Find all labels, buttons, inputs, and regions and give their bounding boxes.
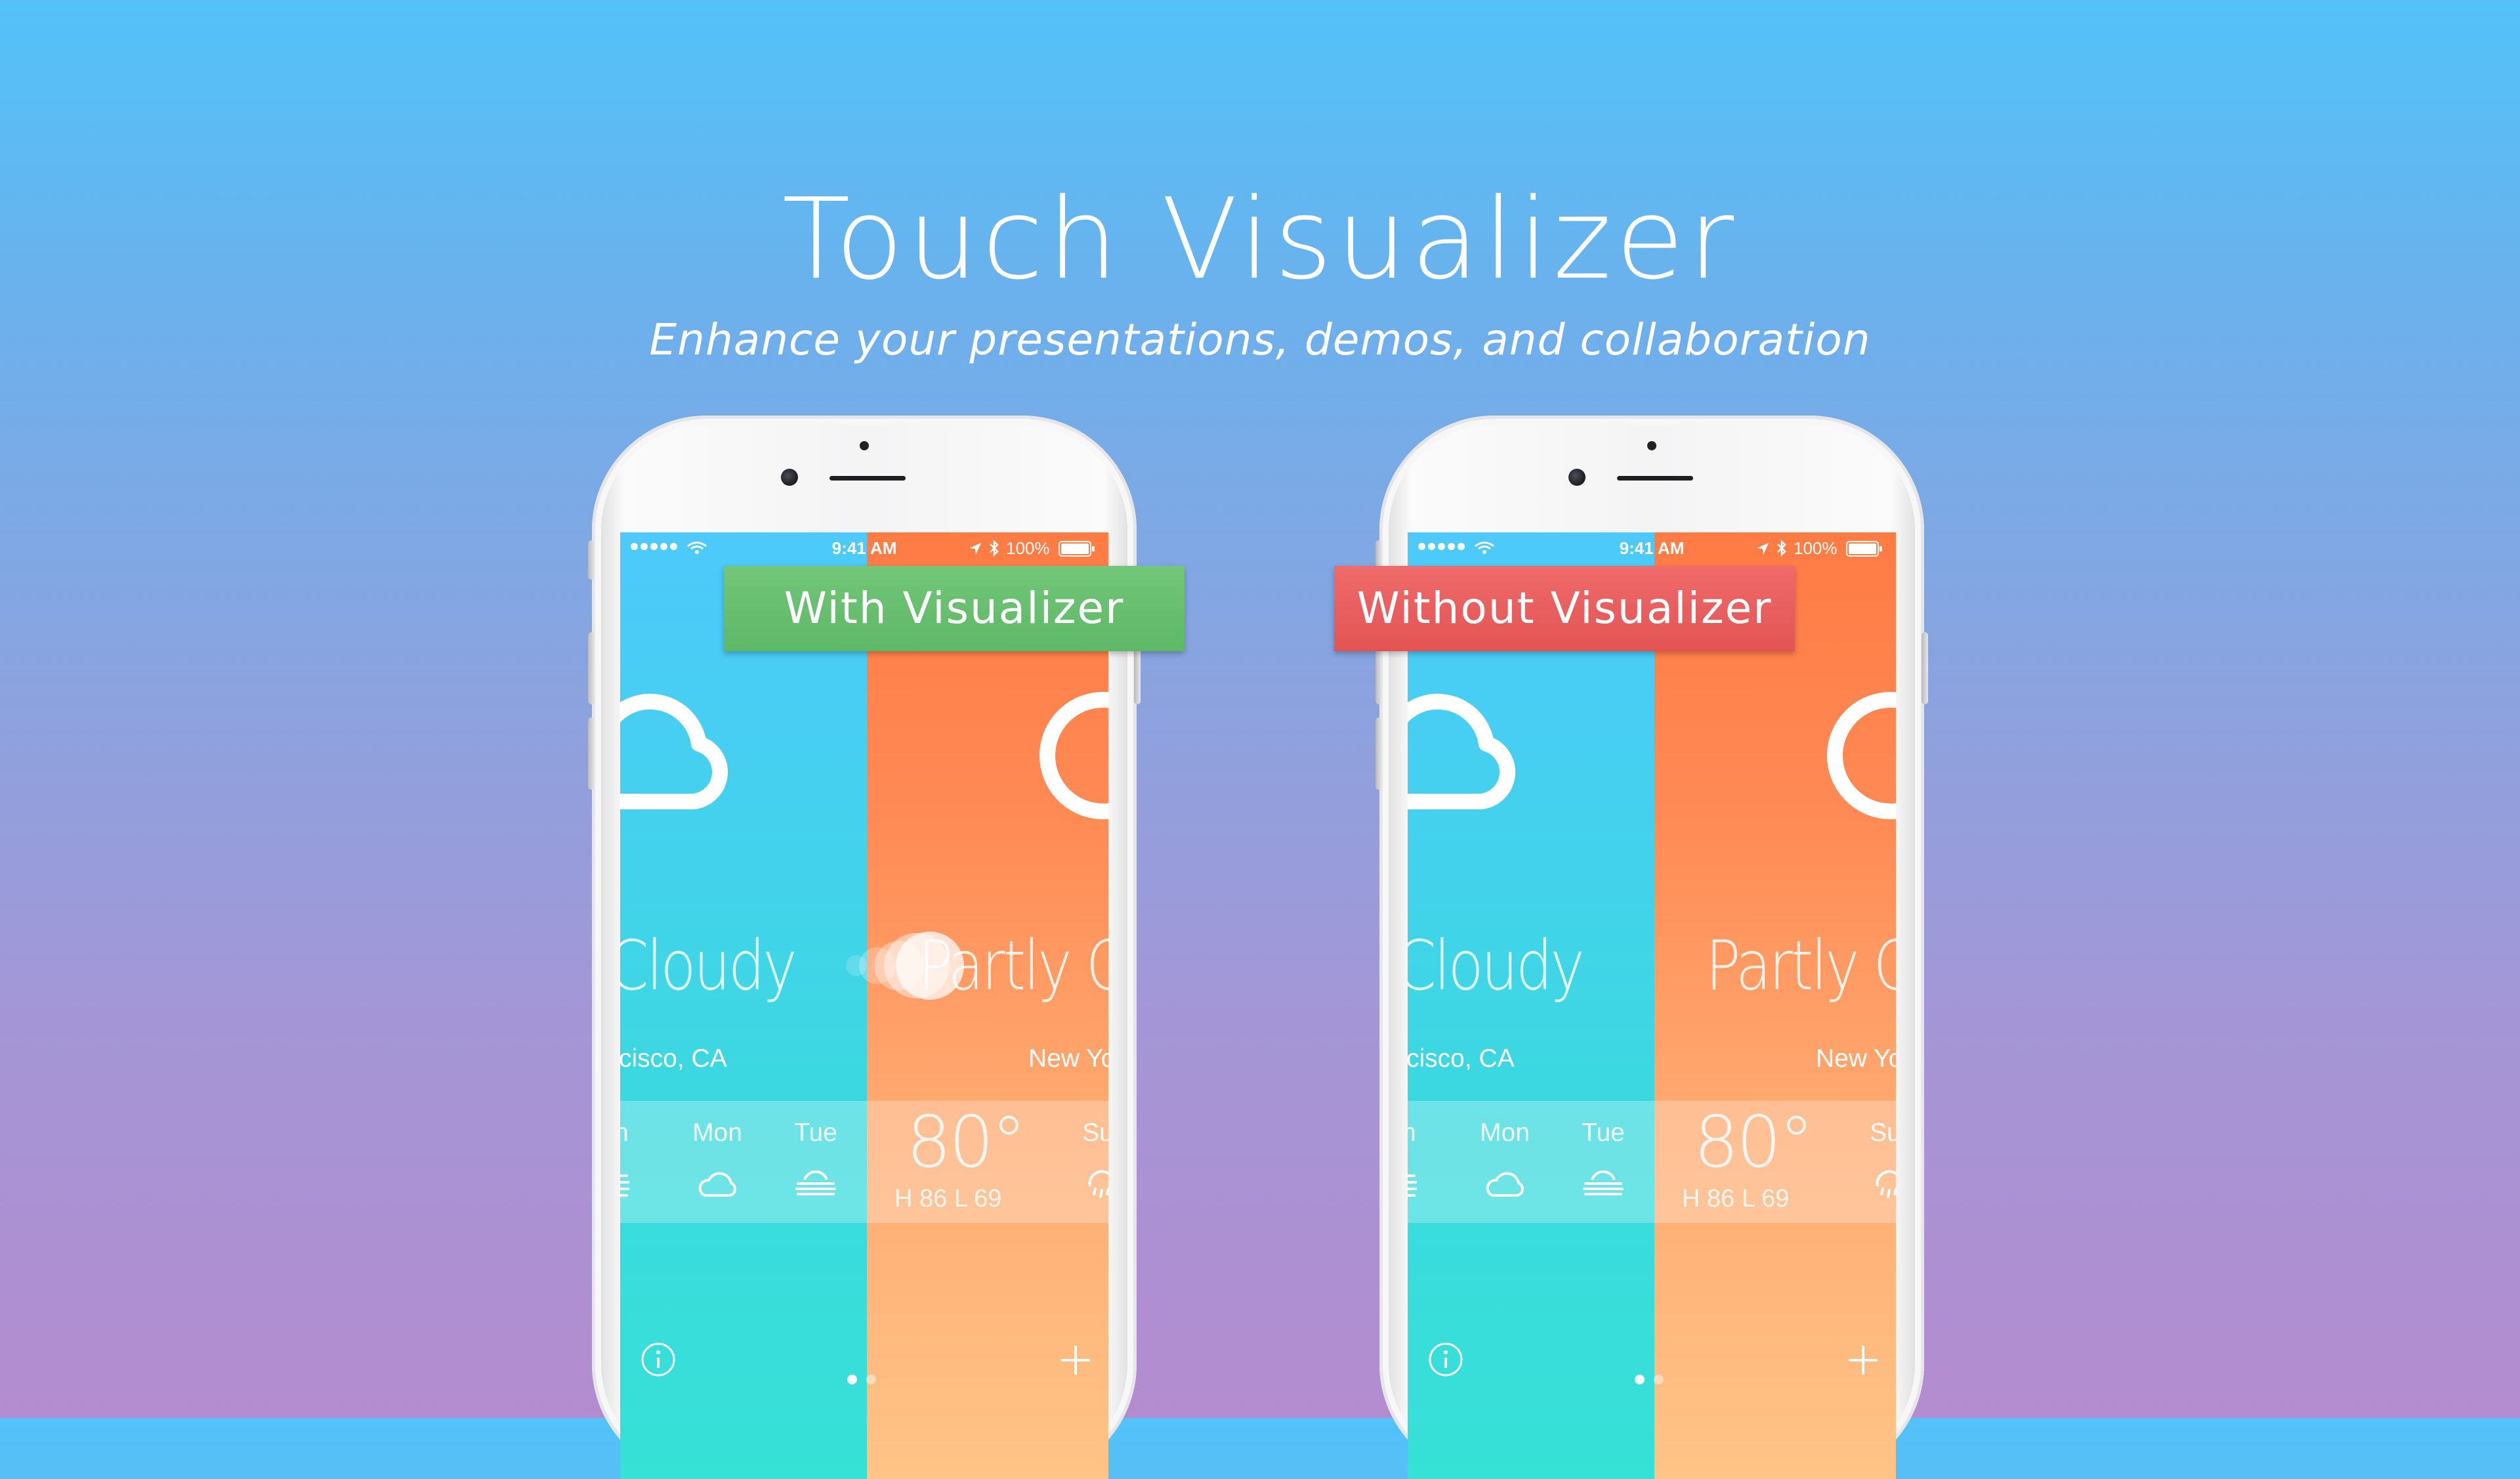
page-indicator[interactable] [847,1375,876,1384]
forecast-strip: 80° H 86 L 69 Su [1654,1101,1896,1223]
high-low-temperature: H 86 L 69 [1682,1185,1790,1212]
page-title: Touch Visualizer [782,175,1738,305]
condition-text: Cloudy [1408,926,1585,1006]
rain-icon [1876,1170,1896,1198]
page-dot [866,1375,876,1384]
forecast-strip: n Mon Tue [620,1101,867,1223]
forecast-day: Tue [794,1119,837,1147]
page-dot [1654,1375,1664,1384]
weather-card-partly-cloudy[interactable]: Partly C New Yo 80° H 86 L 69 Su [1654,532,1896,1479]
battery-percentage: 100% [1006,538,1050,558]
phone-screen[interactable]: Cloudy cisco, CA n Mon Tue Partly C New … [620,532,1108,1479]
status-bar: 9:41 AM 100% [620,532,1108,565]
partly-cloudy-icon [1827,692,1896,819]
page-dot-active [847,1375,857,1384]
city-name: cisco, CA [620,1044,727,1073]
forecast-strip: 80° H 86 L 69 Su [867,1101,1108,1223]
signal-strength-icon [1418,543,1465,550]
city-name: cisco, CA [1408,1044,1515,1073]
proximity-sensor [1647,441,1656,450]
weather-card-cloudy[interactable]: Cloudy cisco, CA n Mon Tue [620,532,867,1479]
signal-strength-icon [631,543,677,550]
location-arrow-icon [969,543,981,555]
power-button [1922,632,1928,704]
city-name: New Yo [1028,1044,1108,1073]
proximity-sensor [860,441,869,450]
cloud-icon [698,1172,737,1197]
fog-icon [1408,1174,1417,1197]
condition-text: Cloudy [620,926,797,1006]
forecast-day: Su [1870,1119,1896,1147]
earpiece-speaker [830,476,906,481]
cloud-icon [1408,693,1515,809]
battery-percentage: 100% [1794,538,1838,558]
bluetooth-icon [1777,539,1786,557]
partly-cloudy-icon [1040,692,1108,819]
info-icon[interactable] [640,1341,677,1378]
add-icon[interactable] [1057,1342,1094,1379]
weather-card-partly-cloudy[interactable]: Partly C New Yo 80° H 86 L 69 Su [867,532,1108,1479]
temperature: 80° [1694,1102,1814,1184]
wifi-icon [687,542,707,554]
forecast-day: Mon [692,1119,742,1147]
cloud-icon [1486,1172,1524,1197]
earpiece-speaker [1617,476,1693,481]
forecast-day: Mon [1480,1119,1530,1147]
forecast-day: n [1408,1119,1416,1147]
fog-icon [1583,1170,1624,1195]
fog-icon [620,1174,629,1197]
weather-card-cloudy[interactable]: Cloudy cisco, CA n Mon Tue [1408,532,1654,1479]
cloud-icon [620,693,728,809]
volume-down-button [588,718,595,790]
page-dot-active [1635,1375,1645,1384]
status-time: 9:41 AM [1619,538,1685,558]
condition-text: Partly C [1706,926,1896,1006]
front-camera [781,469,798,486]
page-indicator[interactable] [1635,1375,1664,1384]
fog-icon [795,1170,836,1195]
bluetooth-icon [990,539,999,557]
city-name: New Yo [1816,1044,1896,1073]
add-icon[interactable] [1845,1342,1881,1379]
forecast-day: Su [1082,1119,1108,1147]
forecast-strip: n Mon Tue [1408,1101,1654,1223]
phone-screen[interactable]: Cloudy cisco, CA n Mon Tue Partly C New … [1408,532,1896,1479]
battery-icon [1846,541,1882,557]
without-visualizer-label: Without Visualizer [1334,566,1795,651]
status-time: 9:41 AM [831,538,897,558]
high-low-temperature: H 86 L 69 [894,1185,1002,1212]
wifi-icon [1475,542,1494,554]
status-bar: 9:41 AM 100% [1408,532,1896,565]
front-camera [1568,469,1586,486]
mute-switch [588,540,595,580]
forecast-day: Tue [1582,1119,1625,1147]
info-icon[interactable] [1427,1341,1464,1378]
temperature: 80° [906,1102,1026,1184]
volume-up-button [588,632,595,704]
location-arrow-icon [1757,543,1769,555]
battery-icon [1059,541,1095,557]
touch-visualizer-trail [846,932,964,1000]
with-visualizer-label: With Visualizer [724,566,1185,651]
rain-icon [1088,1170,1108,1198]
forecast-day: n [620,1119,629,1147]
page-subtitle: Enhance your presentations, demos, and c… [649,314,1871,365]
volume-down-button [1376,718,1382,790]
